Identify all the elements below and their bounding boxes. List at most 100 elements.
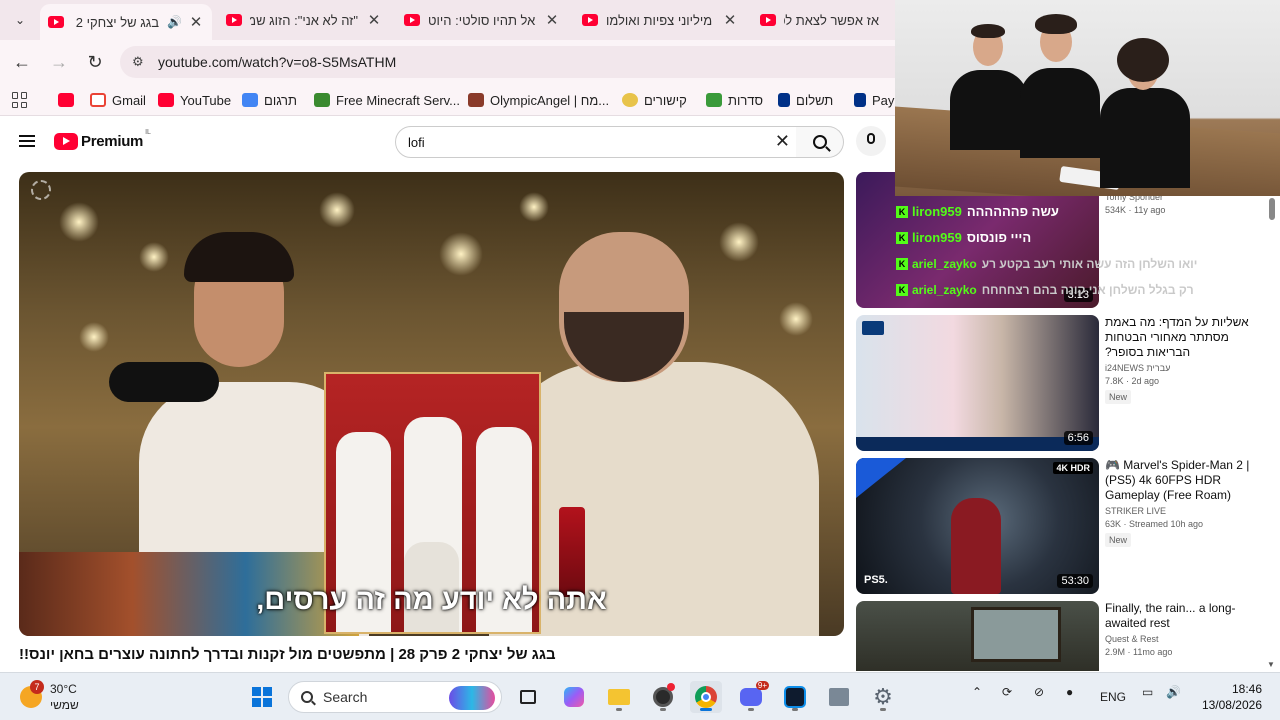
recommended-item[interactable]: PS5. 4K HDR 53:30 🎮 Marvel's Spider-Man … <box>856 458 1266 594</box>
search-button[interactable] <box>796 126 844 158</box>
microphone-icon[interactable]: ● <box>1066 685 1073 699</box>
search-input[interactable]: lofi ✕ <box>395 126 797 158</box>
bookmark-translate[interactable]: תרגום <box>242 90 297 110</box>
webcam-overlay <box>895 0 1280 196</box>
search-placeholder: Search <box>323 689 368 705</box>
chrome-button[interactable] <box>690 681 722 713</box>
task-view-button[interactable] <box>512 681 544 713</box>
close-icon[interactable]: ✕ <box>722 11 738 29</box>
close-icon[interactable]: ✕ <box>544 11 560 29</box>
privacy-icon[interactable]: ⊘ <box>1034 685 1044 699</box>
tab[interactable]: אז אפשר לצאת לפנ <box>752 4 895 36</box>
reload-icon[interactable]: ↻ <box>83 50 107 74</box>
youtube-icon <box>158 93 174 107</box>
chat-username: ariel_zayko <box>912 257 977 271</box>
scroll-down-icon[interactable]: ▼ <box>1267 660 1275 669</box>
discord-button[interactable]: 9+ <box>735 681 769 713</box>
copilot-icon <box>564 687 584 707</box>
recommended-item[interactable]: Finally, the rain... a long-awaited rest… <box>856 601 1266 671</box>
channel-name[interactable]: STRIKER LIVE <box>1105 506 1255 516</box>
volume-icon[interactable]: 🔊 <box>1166 685 1181 699</box>
site-info-icon[interactable]: ⚙ <box>132 54 152 70</box>
menu-icon[interactable] <box>19 135 35 147</box>
scrollbar-thumb[interactable] <box>1269 198 1275 220</box>
obs-button[interactable] <box>647 681 679 713</box>
back-icon[interactable]: ← <box>10 50 34 74</box>
microphone-left <box>109 362 219 402</box>
video-title-link[interactable]: Finally, the rain... a long-awaited rest <box>1105 601 1255 631</box>
chat-message: K ariel_zayko רק בגלל השלחן אני קונה בהם… <box>896 283 1194 297</box>
network-icon[interactable]: ▭ <box>1142 685 1153 699</box>
bookmark-youtube[interactable]: YouTube <box>158 90 231 110</box>
language-indicator[interactable]: ENG <box>1100 690 1126 704</box>
weather-widget[interactable]: 7 30°C שמשי <box>20 680 79 713</box>
sync-icon[interactable]: ⟳ <box>1002 685 1012 699</box>
forward-icon[interactable]: → <box>47 50 71 74</box>
weather-temperature: 30°C <box>50 682 77 696</box>
bookmark-payment[interactable]: תשלום <box>778 90 833 110</box>
chat-text: הייי פונסוס <box>966 230 1032 245</box>
video-title-link[interactable]: אשליות על המדף: מה באמת מסתתר מאחורי הבט… <box>1105 315 1255 360</box>
chat-username: liron959 <box>912 204 962 219</box>
apps-icon[interactable] <box>12 92 28 108</box>
bookmark-minecraft[interactable]: Free Minecraft Serv... <box>314 90 460 110</box>
bookmark-label: OlympicAngel | מח... <box>490 92 610 108</box>
bookmark-youtube-pinned[interactable] <box>58 90 80 110</box>
tab[interactable]: אל תהיו סולטי: היוט ✕ <box>396 4 568 36</box>
settings-button[interactable]: ⚙ <box>867 681 899 713</box>
tab[interactable]: מיליוני צפיות ואולמו ✕ <box>574 4 746 36</box>
url-text[interactable]: youtube.com/watch?v=o8-S5MsATHM <box>158 54 396 70</box>
channel-name[interactable]: i24NEWS עברית <box>1105 363 1255 373</box>
taskbar-search[interactable]: Search <box>288 681 502 713</box>
app-button[interactable] <box>823 681 855 713</box>
chat-username: ariel_zayko <box>912 283 977 297</box>
search-query[interactable]: lofi <box>408 135 425 150</box>
bookmark-label: Gmail <box>112 92 146 108</box>
tab-active[interactable]: בגג של יצחקי 2 | 🔊 ✕ <box>40 4 212 40</box>
clear-icon[interactable]: ✕ <box>775 131 790 152</box>
chevron-up-icon[interactable]: ⌃ <box>972 685 982 699</box>
chat-text: רק בגלל השלחן אני קונה בהם רצחחחח <box>981 283 1194 297</box>
copilot-button[interactable] <box>558 681 590 713</box>
running-indicator <box>880 708 886 711</box>
microphone-icon <box>867 133 875 144</box>
bookmark-links[interactable]: קישורים <box>622 90 687 110</box>
voice-search-button[interactable] <box>856 126 886 156</box>
video-title-link[interactable]: 🎮 Marvel's Spider-Man 2 | (PS5) 4k 60FPS… <box>1105 458 1255 503</box>
search-icon <box>301 691 313 703</box>
duration-badge: 53:30 <box>1057 574 1093 588</box>
file-explorer-button[interactable] <box>603 681 635 713</box>
bookmark-label: סדרות <box>728 92 764 108</box>
video-player[interactable]: אתה לא יודע מה זה ערסים, <box>19 172 844 636</box>
youtube-premium-logo[interactable]: Premium IL <box>54 129 151 150</box>
address-bar[interactable]: ⚙ youtube.com/watch?v=o8-S5MsATHM <box>120 46 1020 78</box>
teamviewer-button[interactable] <box>779 681 811 713</box>
tab-title: בגג של יצחקי 2 | <box>72 14 160 30</box>
thumbnail[interactable]: PS5. 4K HDR 53:30 <box>856 458 1099 594</box>
speaker-icon[interactable]: 🔊 <box>167 15 182 29</box>
close-icon[interactable]: ✕ <box>366 11 382 29</box>
thumbnail[interactable] <box>856 601 1099 671</box>
recommended-item[interactable]: 6:56 אשליות על המדף: מה באמת מסתתר מאחור… <box>856 315 1266 451</box>
tab-title: אל תהיו סולטי: היוט <box>428 12 536 28</box>
discord-icon <box>740 688 762 706</box>
youtube-icon <box>58 93 74 107</box>
thumbnail[interactable]: 6:56 <box>856 315 1099 451</box>
start-button[interactable] <box>246 681 278 713</box>
bookmark-gmail[interactable]: Gmail <box>90 90 146 110</box>
scrollbar[interactable] <box>1268 196 1276 668</box>
taskbar: 7 30°C שמשי Search 9+ ⚙ ⌃ ⟳ ⊘ ● ENG ▭ 🔊 … <box>0 672 1280 720</box>
running-indicator <box>616 708 622 711</box>
close-icon[interactable]: ✕ <box>188 13 204 31</box>
video-stats: 63K · Streamed 10h ago <box>1105 519 1204 529</box>
chat-username: liron959 <box>912 230 962 245</box>
ps5-corner <box>856 458 906 498</box>
channel-name[interactable]: Quest & Rest <box>1105 634 1255 644</box>
kick-icon: K <box>896 284 908 296</box>
chat-message: K ariel_zayko יואו השלחן הזה עשה אותי רע… <box>896 257 1197 271</box>
bookmark-series[interactable]: סדרות <box>706 90 763 110</box>
tab[interactable]: "זה לא אני": הזוג שמ ✕ <box>218 4 390 36</box>
clock[interactable]: 18:46 13/08/2026 <box>1196 681 1262 713</box>
tab-search-button[interactable]: ⌄ <box>8 8 32 32</box>
bookmark-olympicangel[interactable]: OlympicAngel | מח... <box>468 90 609 110</box>
